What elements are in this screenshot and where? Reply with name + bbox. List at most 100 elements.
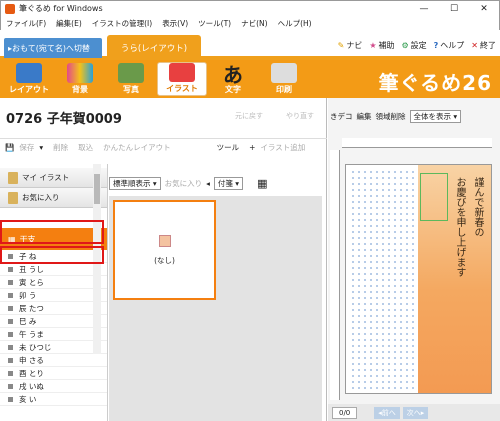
tool-button[interactable]: ツール [212,142,245,153]
illust-icon [169,63,195,82]
list-item[interactable]: 酉 とり [0,367,107,380]
list-item[interactable]: 巳 み [0,315,107,328]
attach-select[interactable]: 付箋 ▾ [213,176,244,190]
edit-button[interactable]: 編集 [357,111,372,122]
text-icon: あ [223,62,243,87]
bullet-icon [8,396,13,402]
end-link[interactable]: ✕ 終了 [471,40,496,51]
star-folder-icon [8,191,18,204]
list-item[interactable]: 午 うま [0,328,107,341]
cat-my[interactable]: マイ イラスト [0,168,107,188]
minimize-icon[interactable]: — [409,1,439,16]
left-pane: 0726 子年賀0009 元に戻す やり直す 💾 保存 ▾ 削除 取込 かんたんレイ… [0,98,327,421]
prev-page-button[interactable]: ◂前へ [374,406,400,419]
bullet-icon [8,357,13,363]
undo-button[interactable]: 元に戻す [235,111,263,121]
bullet-icon [8,305,13,311]
ribbon-haikei-button[interactable]: 背景 [55,62,105,96]
bullet-icon [8,279,13,285]
select-box[interactable] [420,173,448,221]
menu-tool[interactable]: ツール(T) [193,18,236,29]
vertical-ruler [330,150,340,400]
eto-list: 子 ね 丑 うし 寅 とら 卯 う 辰 たつ 巳 み 午 うま 未 ひつじ 申 … [0,250,107,406]
list-item[interactable]: 卯 う [0,289,107,302]
page-nav: 0/0 ◂前へ 次へ▸ [328,404,500,421]
tab-ura[interactable]: うら(レイアウト) [107,35,201,60]
next-page-button[interactable]: 次へ▸ [402,406,429,419]
edit-toolbar: 💾 保存 ▾ 削除 取込 かんたんレイアウト ツール + イラスト追加 [0,138,327,156]
highlight-eto [0,220,104,244]
settei-link[interactable]: ⚙ 設定 [401,40,426,51]
preview-toolbar: きデコ 編集 領域削除 全体を表示 ▾ [328,108,500,124]
tab-omote[interactable]: ▸おもて(宛て名)へ切替 [4,38,102,58]
background-icon [67,63,93,83]
maximize-icon[interactable]: ☐ [439,1,469,16]
layout-icon [16,63,42,83]
scroll-thumb[interactable] [94,174,100,204]
help-link[interactable]: ? ヘルプ [434,40,465,51]
erase-area-button[interactable]: 領域削除 [376,111,406,122]
sort-select[interactable]: 標準順表示 ▾ [109,176,161,190]
bullet-icon [8,370,13,376]
ribbon-photo-button[interactable]: 写真 [106,62,156,96]
folder-icon [8,171,18,184]
bullet-icon [8,266,13,272]
import-button[interactable]: 取込 [73,142,98,153]
list-item[interactable]: 未 ひつじ [0,341,107,354]
delete-button[interactable]: 削除 [48,142,73,153]
menu-view[interactable]: 表示(V) [157,18,193,29]
list-item[interactable]: 辰 たつ [0,302,107,315]
greeting-line-2: お慶びを申し上げます [454,177,465,277]
fav-button[interactable]: お気に入り [165,178,203,189]
highlight-ne [0,246,104,264]
prev-icon[interactable]: ◂ [206,179,210,188]
menu-illust[interactable]: イラストの管理(I) [87,18,157,29]
navi-link[interactable]: ✎ ナビ [338,40,363,51]
horizontal-ruler [342,138,492,148]
list-item[interactable]: 申 さる [0,354,107,367]
bullet-icon [8,344,13,350]
menu-edit[interactable]: 編集(E) [51,18,87,29]
ribbon-layout-button[interactable]: レイアウト [4,62,54,96]
app-icon [5,3,15,14]
easy-layout-button[interactable]: かんたんレイアウト [98,142,176,153]
card-canvas[interactable]: 謹んで新春の お慶びを申し上げます [345,164,492,394]
illust-card-none[interactable]: (なし) [113,200,216,300]
bullet-icon [8,292,13,298]
add-illust-button[interactable]: + イラスト追加 [244,142,315,153]
category-panel: マイ イラスト お気に入り ▦ 干支 子 ね 丑 うし 寅 とら 卯 う 辰 たつ… [0,164,108,421]
brand-logo: 筆ぐるめ26 [378,71,492,95]
bullet-icon [8,383,13,389]
title-bar: 筆ぐるめ for Windows — ☐ ✕ [0,0,500,16]
list-item[interactable]: 丑 うし [0,263,107,276]
bullet-icon [8,331,13,337]
ribbon-text-button[interactable]: あ文字 [208,62,258,96]
save-button[interactable]: 💾 保存 ▾ [0,142,48,153]
ribbon: レイアウト 背景 写真 イラスト あ文字 印刷 筆ぐるめ26 [0,60,500,98]
ribbon-illust-button[interactable]: イラスト [157,62,207,96]
redo-button[interactable]: やり直す [286,111,314,121]
list-item[interactable]: 戌 いぬ [0,380,107,393]
view-select[interactable]: 全体を表示 ▾ [409,109,462,123]
grid-view-icon[interactable]: ▦ [257,177,267,190]
bullet-icon [8,318,13,324]
photo-icon [118,63,144,83]
menu-bar: ファイル(F) 編集(E) イラストの管理(I) 表示(V) ツール(T) ナビ… [0,16,500,30]
menu-help[interactable]: ヘルプ(H) [273,18,317,29]
printer-icon [271,63,297,83]
deco-button[interactable]: きデコ [330,111,353,122]
top-links: ✎ ナビ ★ 補助 ⚙ 設定 ? ヘルプ ✕ 終了 [338,40,496,51]
close-icon[interactable]: ✕ [469,1,499,16]
preview-pane: きデコ 編集 領域削除 全体を表示 ▾ 謹んで新春の お慶びを申し上げます 0/… [328,98,500,421]
ribbon-print-button[interactable]: 印刷 [259,62,309,96]
menu-file[interactable]: ファイル(F) [1,18,51,29]
hojo-link[interactable]: ★ 補助 [369,40,394,51]
cat-fav[interactable]: お気に入り [0,188,107,208]
list-item[interactable]: 亥 い [0,393,107,406]
list-item[interactable]: 寅 とら [0,276,107,289]
card-label: (なし) [154,255,175,265]
window-controls: — ☐ ✕ [409,1,499,16]
page-counter: 0/0 [332,406,358,419]
menu-navi[interactable]: ナビ(N) [236,18,272,29]
gallery-toolbar: 標準順表示 ▾ お気に入り ◂ 付箋 ▾ ▦ [109,174,327,192]
